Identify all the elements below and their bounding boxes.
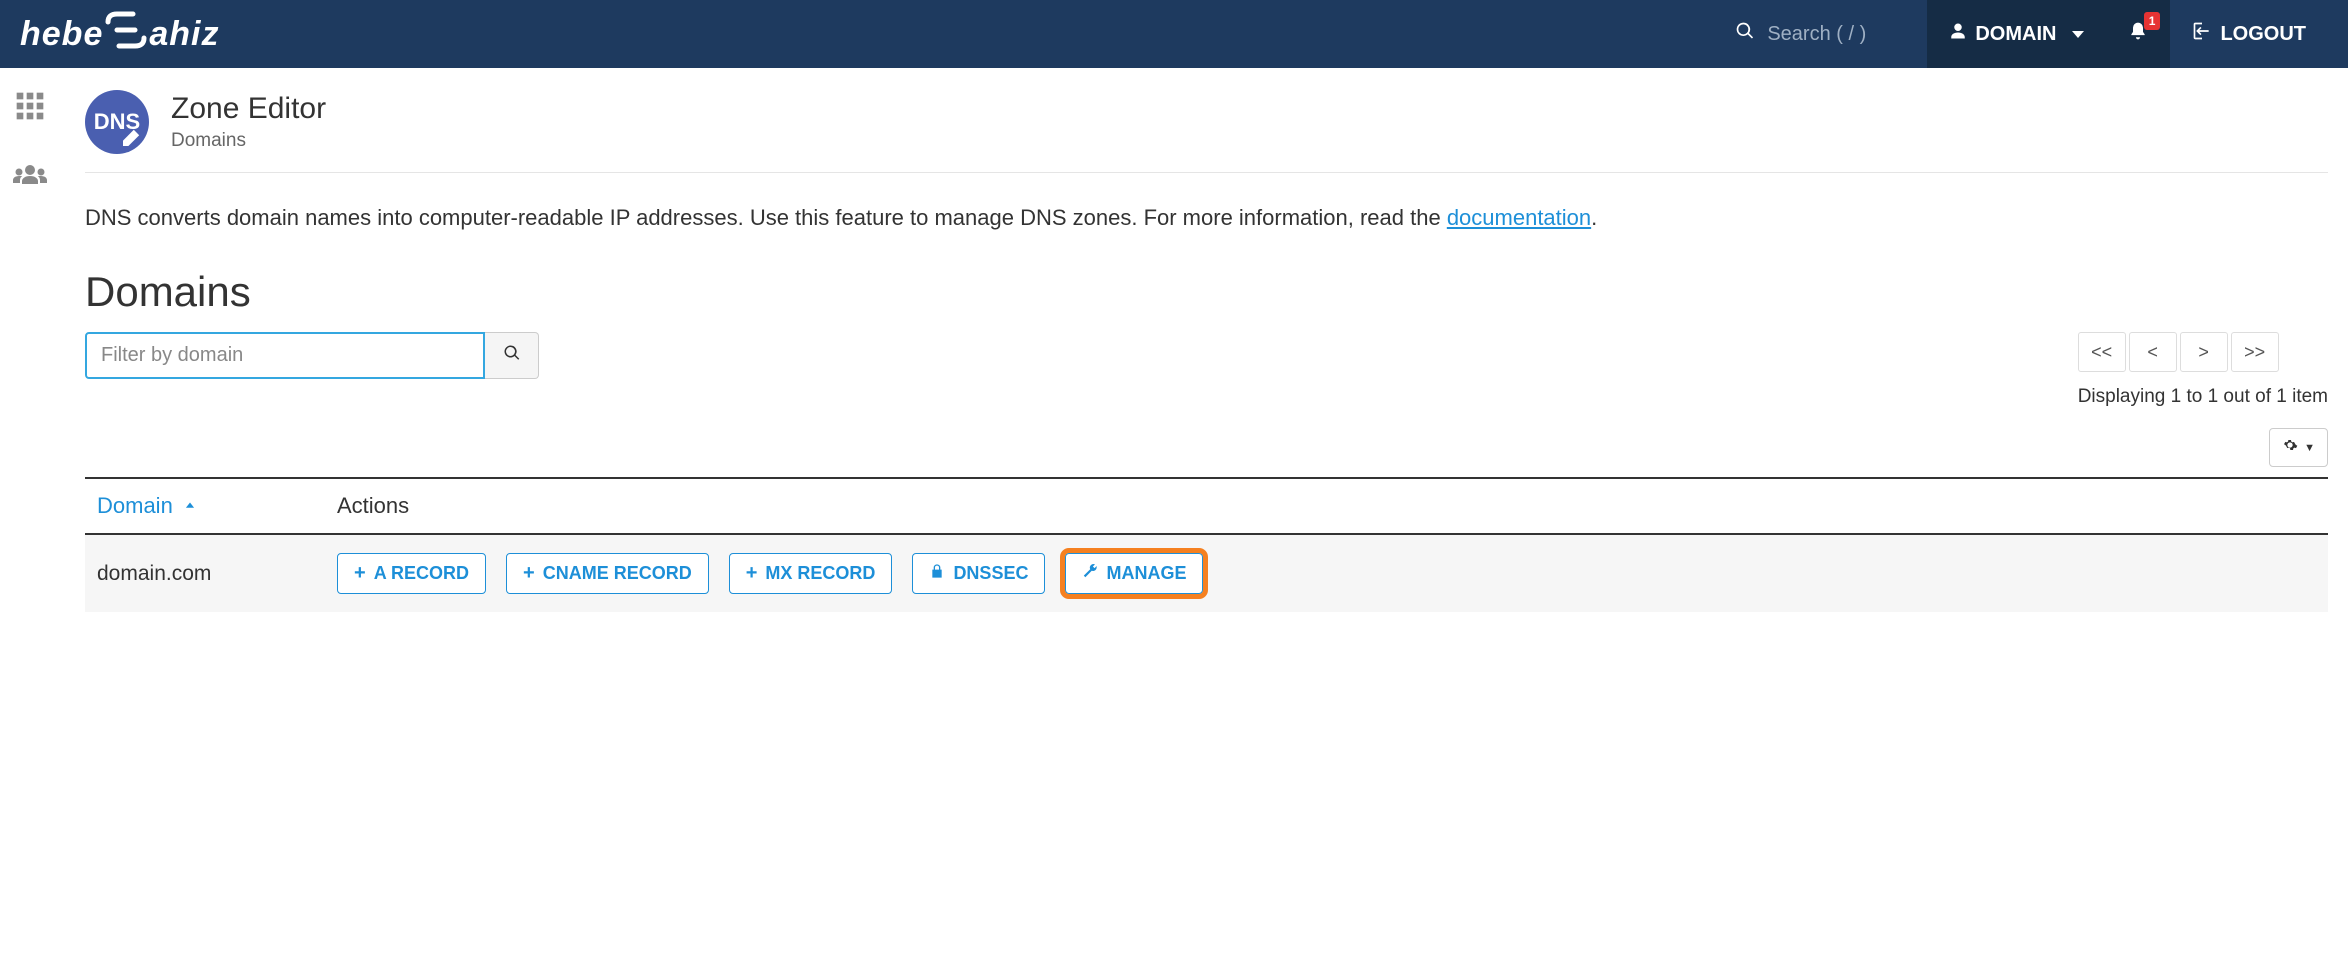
brand-logo[interactable]: hebe ahiz — [20, 10, 219, 59]
notification-badge: 1 — [2144, 12, 2161, 30]
add-cname-record-button[interactable]: + CNAME RECORD — [506, 553, 709, 594]
pager-prev[interactable]: < — [2129, 332, 2177, 372]
section-heading: Domains — [85, 268, 2328, 316]
main-content: DNS Zone Editor Domains DNS converts dom… — [75, 68, 2348, 652]
global-search[interactable] — [1735, 21, 1927, 47]
brand-logo-mark — [103, 10, 149, 59]
sort-asc-icon — [183, 493, 197, 518]
search-icon — [503, 344, 521, 367]
add-mx-record-button[interactable]: + MX RECORD — [729, 553, 893, 594]
user-label: DOMAIN — [1975, 23, 2056, 46]
cell-actions: + A RECORD + CNAME RECORD + MX RECORD — [325, 534, 2328, 612]
table-settings-button[interactable]: ▼ — [2269, 428, 2328, 467]
documentation-link[interactable]: documentation — [1447, 205, 1591, 230]
page-subtitle: Domains — [171, 130, 326, 152]
top-bar: hebe ahiz DOMAIN 1 LOGOUT — [0, 0, 2348, 68]
plus-icon: + — [354, 562, 366, 585]
domain-filter-input[interactable] — [85, 332, 485, 379]
chevron-down-icon — [2072, 31, 2084, 38]
logout-icon — [2192, 21, 2212, 47]
users-icon[interactable] — [12, 160, 48, 198]
notifications-button[interactable]: 1 — [2106, 0, 2170, 68]
pager-first[interactable]: << — [2078, 332, 2126, 372]
plus-icon: + — [746, 562, 758, 585]
display-info: Displaying 1 to 1 out of 1 item — [2078, 386, 2328, 408]
cell-domain: domain.com — [85, 534, 325, 612]
manage-button[interactable]: MANAGE — [1065, 553, 1203, 594]
gear-icon — [2282, 437, 2298, 458]
col-actions: Actions — [325, 478, 2328, 534]
filter-search-button[interactable] — [485, 332, 539, 379]
zone-editor-icon: DNS — [85, 90, 149, 154]
pager: << < > >> — [2078, 332, 2328, 372]
apps-grid-icon[interactable] — [14, 90, 46, 130]
page-description: DNS converts domain names into computer-… — [85, 201, 2328, 234]
search-input[interactable] — [1767, 23, 1927, 46]
pager-next[interactable]: > — [2180, 332, 2228, 372]
user-menu[interactable]: DOMAIN — [1927, 0, 2106, 68]
caret-down-icon: ▼ — [2304, 442, 2315, 454]
table-row: domain.com + A RECORD + CNAME RECORD + — [85, 534, 2328, 612]
lock-icon — [929, 563, 945, 584]
plus-icon: + — [523, 562, 535, 585]
domains-table: Domain Actions domain.com + A RECORD — [85, 477, 2328, 612]
side-nav — [0, 68, 60, 198]
add-a-record-button[interactable]: + A RECORD — [337, 553, 486, 594]
page-header: DNS Zone Editor Domains — [85, 90, 2328, 173]
user-icon — [1949, 22, 1967, 46]
logout-label: LOGOUT — [2220, 23, 2306, 46]
logout-button[interactable]: LOGOUT — [2170, 0, 2328, 68]
wrench-icon — [1082, 563, 1098, 584]
search-icon — [1735, 21, 1755, 47]
pager-last[interactable]: >> — [2231, 332, 2279, 372]
page-title: Zone Editor — [171, 92, 326, 126]
filter-group — [85, 332, 539, 379]
col-domain[interactable]: Domain — [85, 478, 325, 534]
dnssec-button[interactable]: DNSSEC — [912, 553, 1045, 594]
